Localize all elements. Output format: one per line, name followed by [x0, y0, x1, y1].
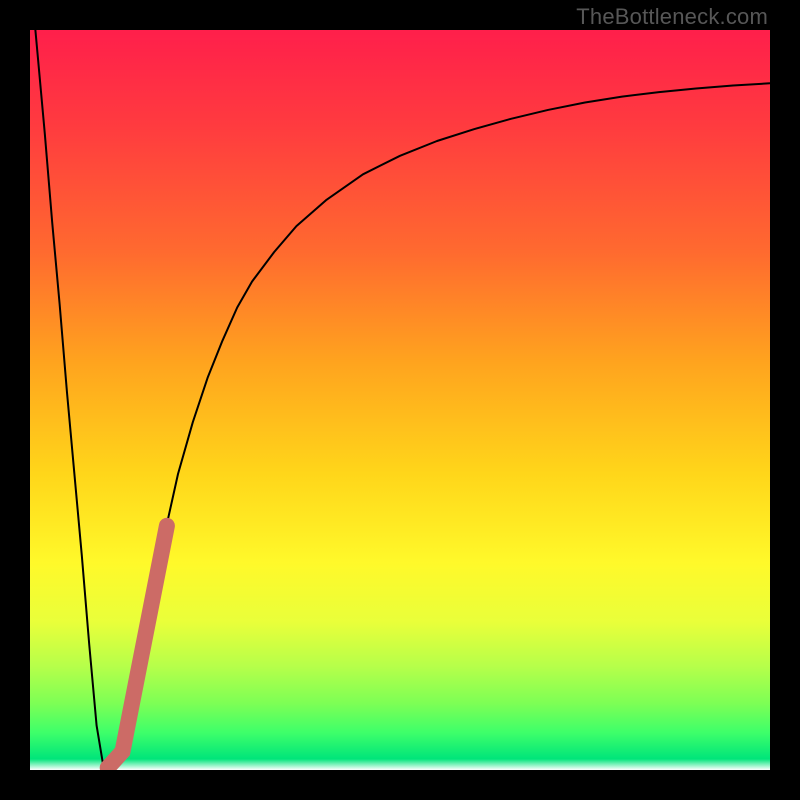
plot-area	[30, 30, 770, 770]
curve-layer	[30, 30, 770, 770]
watermark-text: TheBottleneck.com	[576, 4, 768, 30]
highlight-segment	[108, 526, 167, 768]
chart-frame: TheBottleneck.com	[0, 0, 800, 800]
